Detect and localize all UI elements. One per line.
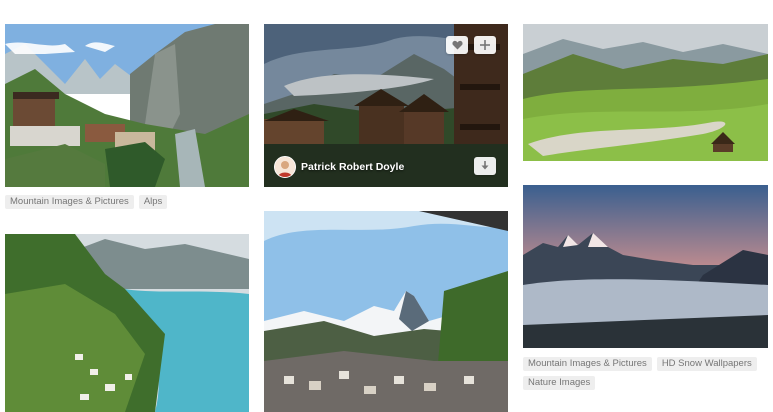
photo-sunset-fog-tags: Mountain Images & Pictures HD Snow Wallp… [523,357,768,390]
photo-lake-aerial[interactable] [5,234,249,412]
photo-lauterbrunnen-tags: Mountain Images & Pictures Alps [5,195,249,209]
tag-nature-images[interactable]: Nature Images [523,376,596,390]
plus-icon [480,40,490,50]
photo-green-valley[interactable] [523,24,768,161]
author-name: Patrick Robert Doyle [301,161,405,173]
tag-mountain-images[interactable]: Mountain Images & Pictures [5,195,134,209]
heart-icon [451,40,463,50]
photo-sunset-fog-image [523,185,768,348]
like-button[interactable] [446,36,468,54]
download-icon [481,161,489,170]
tag-mountain-images[interactable]: Mountain Images & Pictures [523,357,652,371]
photo-lake-aerial-image [5,234,249,412]
photo-author[interactable]: Patrick Robert Doyle [274,156,404,178]
photo-lauterbrunnen-image [5,24,249,187]
download-button[interactable] [474,157,496,175]
photo-green-valley-image [523,24,768,161]
add-to-collection-button[interactable] [474,36,496,54]
photo-sunset-fog[interactable] [523,185,768,348]
photo-matterhorn-image [264,211,508,412]
tag-alps[interactable]: Alps [138,195,168,209]
photo-lauterbrunnen[interactable] [5,24,249,187]
author-avatar [274,156,296,178]
photo-chalets[interactable]: Patrick Robert Doyle [264,24,508,187]
photo-matterhorn[interactable] [264,211,508,412]
tag-hd-snow-wallpapers[interactable]: HD Snow Wallpapers [656,357,757,371]
